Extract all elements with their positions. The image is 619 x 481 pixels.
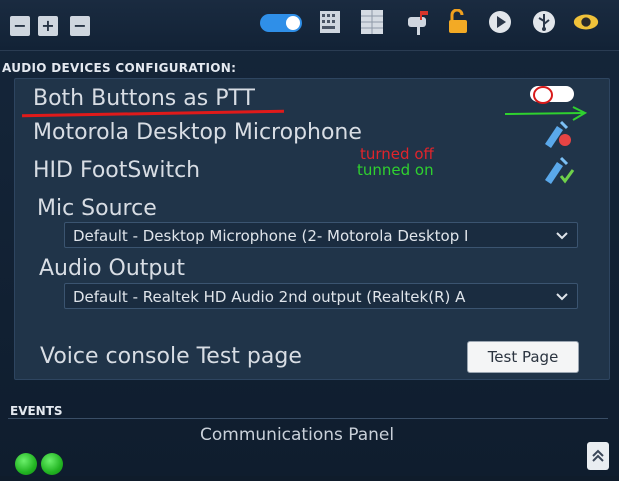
mailbox-icon[interactable] xyxy=(404,8,432,36)
add-button[interactable]: + xyxy=(38,16,58,36)
mic-source-select[interactable]: Default - Desktop Microphone (2- Motorol… xyxy=(64,222,578,248)
top-toolbar: − + − xyxy=(0,0,619,51)
keyboard-icon[interactable] xyxy=(316,8,344,36)
app-window: − + − AUDIO DEVICES CONFIGURATION: Both … xyxy=(0,0,619,476)
audio-output-select[interactable]: Default - Realtek HD Audio 2nd output (R… xyxy=(64,283,578,309)
voice-console-label: Voice console Test page xyxy=(40,344,302,369)
motorola-device-icon xyxy=(545,120,571,148)
chevron-down-icon xyxy=(551,223,573,247)
hid-device-icon xyxy=(545,156,575,184)
mic-source-label: Mic Source xyxy=(37,196,157,221)
grid-icon[interactable] xyxy=(358,8,386,36)
status-indicator-icon xyxy=(15,453,37,475)
status-indicator-icon xyxy=(41,453,63,475)
unlock-icon[interactable] xyxy=(444,8,472,36)
collapse-button[interactable]: − xyxy=(70,16,90,36)
test-page-button[interactable]: Test Page xyxy=(467,341,579,373)
scroll-up-button[interactable] xyxy=(587,442,609,470)
motorola-mic-label: Motorola Desktop Microphone xyxy=(33,120,362,145)
chevron-down-icon xyxy=(551,284,573,308)
audio-output-value: Default - Realtek HD Audio 2nd output (R… xyxy=(73,288,466,306)
play-icon[interactable] xyxy=(486,8,514,36)
eye-icon[interactable] xyxy=(572,8,600,36)
usb-icon[interactable] xyxy=(530,8,558,36)
ptt-toggle-knob xyxy=(533,86,553,104)
toolbar-toggle-switch[interactable] xyxy=(260,14,302,32)
events-divider xyxy=(8,418,608,419)
communications-panel-title: Communications Panel xyxy=(200,425,395,445)
minimize-button[interactable]: − xyxy=(10,16,30,36)
mic-source-value: Default - Desktop Microphone (2- Motorol… xyxy=(73,227,469,245)
audio-devices-config-title: AUDIO DEVICES CONFIGURATION: xyxy=(2,61,237,75)
turned-on-annotation: tunned on xyxy=(357,161,434,179)
hid-footswitch-label: HID FootSwitch xyxy=(33,158,201,183)
events-title: EVENTS xyxy=(10,404,63,418)
ptt-toggle[interactable] xyxy=(530,86,574,104)
audio-output-label: Audio Output xyxy=(39,256,185,281)
ptt-label: Both Buttons as PTT xyxy=(33,86,255,111)
